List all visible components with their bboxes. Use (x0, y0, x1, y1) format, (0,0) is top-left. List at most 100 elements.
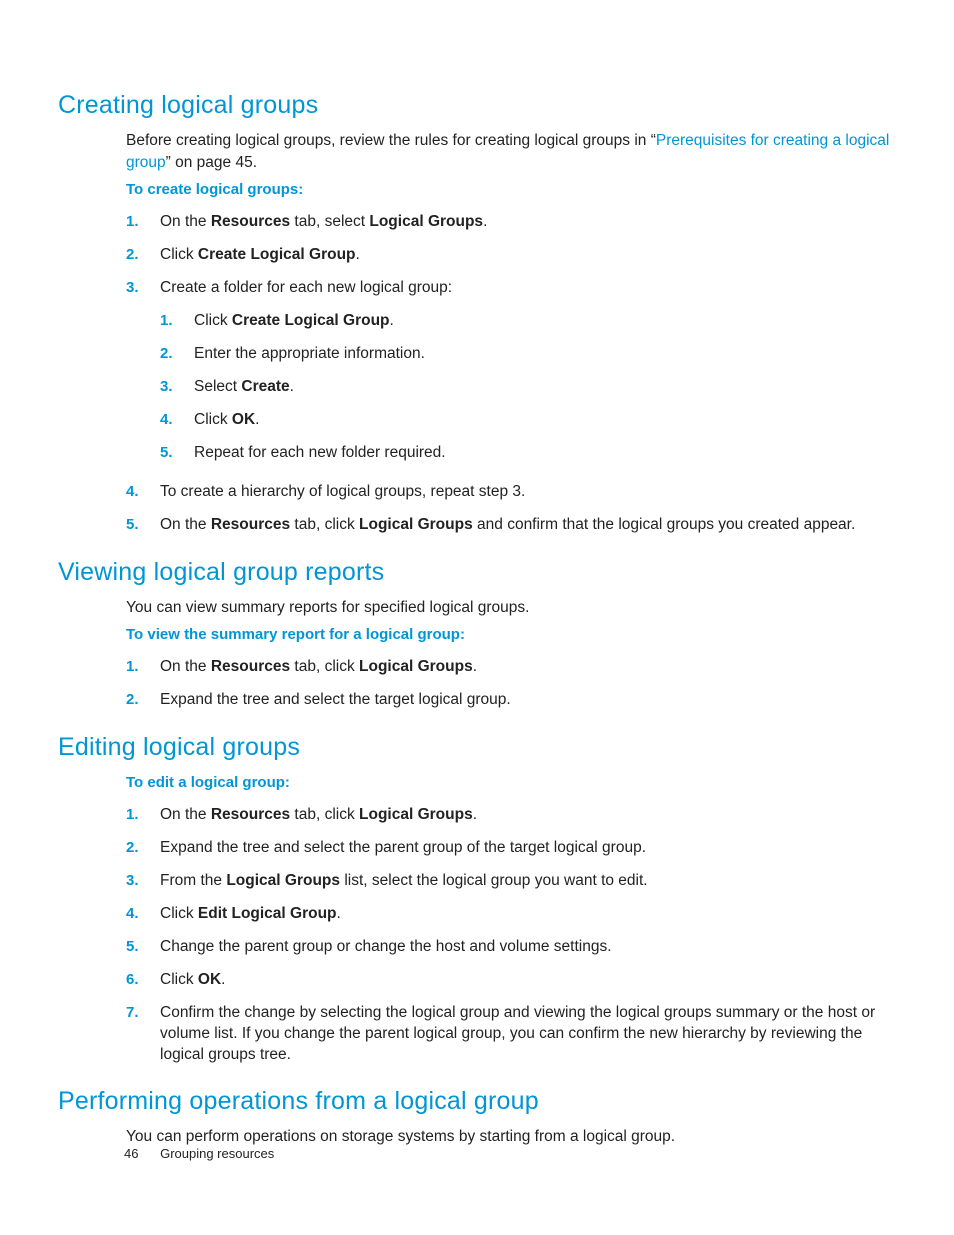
step-number: 6. (126, 970, 139, 990)
step-number: 4. (126, 482, 139, 502)
text: Select (194, 378, 241, 395)
substep-list: 1. Click Create Logical Group. 2. Enter … (160, 305, 896, 470)
step-item: 7. Confirm the change by selecting the l… (126, 997, 896, 1072)
text: Repeat for each new folder required. (194, 444, 446, 461)
step-item: 1. On the Resources tab, select Logical … (126, 206, 896, 239)
step-number: 5. (126, 515, 139, 535)
step-number: 5. (126, 937, 139, 957)
section-body: Before creating logical groups, review t… (126, 130, 896, 542)
ui-term: Logical Groups (359, 516, 473, 533)
text: Click (160, 971, 198, 988)
step-number: 3. (126, 278, 139, 298)
document-page: Creating logical groups Before creating … (0, 0, 954, 1235)
text: Confirm the change by selecting the logi… (160, 1004, 875, 1063)
instruction-heading: To create logical groups: (126, 179, 896, 200)
ui-term: Resources (211, 516, 290, 533)
substep-item: 3. Select Create. (160, 371, 896, 404)
text: tab, click (290, 806, 359, 823)
page-number: 46 (124, 1146, 138, 1161)
text: ” on page 45. (166, 154, 257, 171)
step-number: 2. (126, 690, 139, 710)
step-number: 4. (126, 904, 139, 924)
step-item: 3. Create a folder for each new logical … (126, 272, 896, 476)
ui-term: Resources (211, 213, 290, 230)
step-item: 2. Click Create Logical Group. (126, 239, 896, 272)
step-item: 5. Change the parent group or change the… (126, 931, 896, 964)
text: . (473, 658, 477, 675)
step-item: 5. On the Resources tab, click Logical G… (126, 509, 896, 542)
instruction-heading: To edit a logical group: (126, 772, 896, 793)
text: tab, click (290, 516, 359, 533)
heading-editing-logical-groups: Editing logical groups (58, 733, 896, 762)
step-number: 4. (160, 410, 173, 430)
text: Click (160, 905, 198, 922)
text: . (221, 971, 225, 988)
substep-item: 1. Click Create Logical Group. (160, 305, 896, 338)
step-item: 2. Expand the tree and select the target… (126, 684, 896, 717)
intro-paragraph: Before creating logical groups, review t… (126, 130, 896, 173)
step-item: 1. On the Resources tab, click Logical G… (126, 799, 896, 832)
heading-viewing-logical-group-reports: Viewing logical group reports (58, 558, 896, 587)
text: . (356, 246, 360, 263)
ui-term: Logical Groups (369, 213, 483, 230)
step-number: 1. (126, 657, 139, 677)
step-number: 3. (160, 377, 173, 397)
text: Expand the tree and select the parent gr… (160, 839, 646, 856)
text: Before creating logical groups, review t… (126, 132, 656, 149)
step-item: 6. Click OK. (126, 964, 896, 997)
step-number: 5. (160, 443, 173, 463)
text: . (337, 905, 341, 922)
text: Click (194, 411, 232, 428)
step-item: 4. Click Edit Logical Group. (126, 898, 896, 931)
ui-term: Create Logical Group (198, 246, 356, 263)
text: Click (194, 312, 232, 329)
text: On the (160, 213, 211, 230)
text: list, select the logical group you want … (340, 872, 648, 889)
step-number: 3. (126, 871, 139, 891)
step-list: 1. On the Resources tab, click Logical G… (126, 799, 896, 1071)
ui-term: Create (241, 378, 289, 395)
step-number: 2. (160, 344, 173, 364)
step-number: 1. (160, 311, 173, 331)
ui-term: Logical Groups (226, 872, 340, 889)
text: On the (160, 516, 211, 533)
step-item: 3. From the Logical Groups list, select … (126, 865, 896, 898)
ui-term: Resources (211, 806, 290, 823)
ui-term: Edit Logical Group (198, 905, 337, 922)
section-body: You can perform operations on storage sy… (126, 1126, 896, 1148)
text: . (473, 806, 477, 823)
text: Click (160, 246, 198, 263)
text: On the (160, 658, 211, 675)
text: and confirm that the logical groups you … (473, 516, 856, 533)
text: Create a folder for each new logical gro… (160, 279, 452, 296)
ui-term: OK (198, 971, 221, 988)
instruction-heading: To view the summary report for a logical… (126, 624, 896, 645)
step-list: 1. On the Resources tab, select Logical … (126, 206, 896, 541)
substep-item: 2. Enter the appropriate information. (160, 338, 896, 371)
text: Expand the tree and select the target lo… (160, 691, 511, 708)
text: tab, click (290, 658, 359, 675)
step-item: 1. On the Resources tab, click Logical G… (126, 651, 896, 684)
intro-paragraph: You can perform operations on storage sy… (126, 1126, 896, 1148)
ui-term: Logical Groups (359, 806, 473, 823)
ui-term: OK (232, 411, 255, 428)
heading-performing-operations: Performing operations from a logical gro… (58, 1087, 896, 1116)
section-body: To edit a logical group: 1. On the Resou… (126, 772, 896, 1071)
substep-item: 4. Click OK. (160, 404, 896, 437)
text: Enter the appropriate information. (194, 345, 425, 362)
step-number: 2. (126, 245, 139, 265)
section-body: You can view summary reports for specifi… (126, 597, 896, 718)
ui-term: Resources (211, 658, 290, 675)
text: . (483, 213, 487, 230)
step-item: 2. Expand the tree and select the parent… (126, 832, 896, 865)
substep-item: 5. Repeat for each new folder required. (160, 437, 896, 470)
text: . (290, 378, 294, 395)
page-footer: 46 Grouping resources (124, 1146, 274, 1161)
text: Change the parent group or change the ho… (160, 938, 612, 955)
text: . (390, 312, 394, 329)
text: tab, select (290, 213, 369, 230)
step-number: 1. (126, 212, 139, 232)
heading-creating-logical-groups: Creating logical groups (58, 91, 896, 120)
intro-paragraph: You can view summary reports for specifi… (126, 597, 896, 619)
step-item: 4. To create a hierarchy of logical grou… (126, 476, 896, 509)
